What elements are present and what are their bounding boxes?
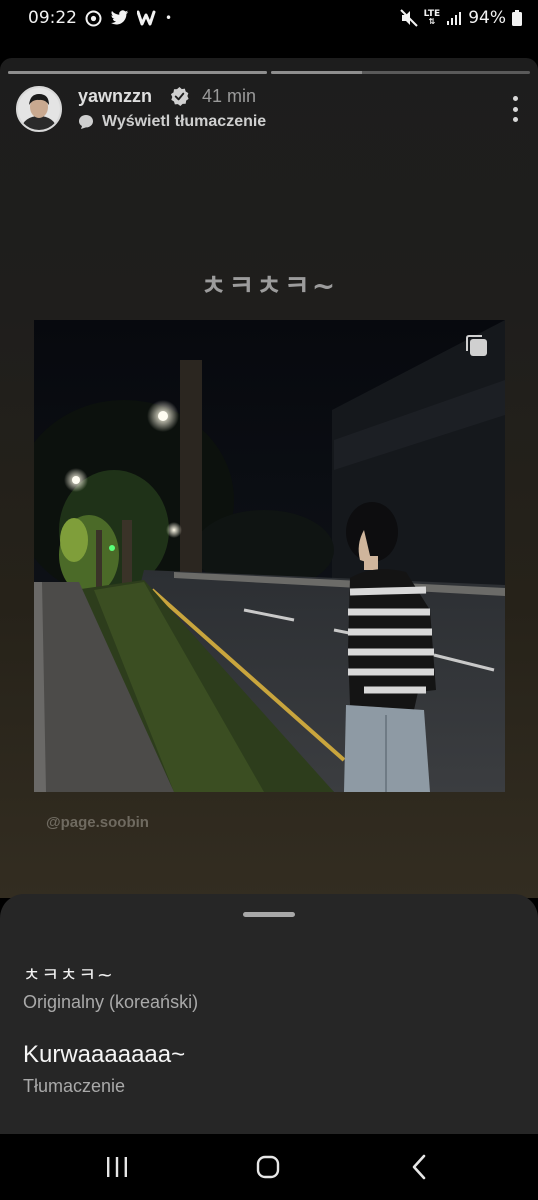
translation-label: Tłumaczenie (23, 1076, 126, 1096)
home-icon[interactable] (248, 1152, 288, 1182)
status-time: 09:22 (28, 8, 77, 28)
notification-dot: • (165, 11, 173, 25)
show-translation-button[interactable]: Wyświetl tłumaczenie (78, 113, 266, 131)
progress-fill (271, 71, 362, 74)
sheet-drag-handle[interactable] (243, 912, 295, 917)
lte-indicator: LTE ⇅ (423, 9, 441, 26)
show-translation-label: Wyświetl tłumaczenie (102, 113, 267, 130)
verified-badge-icon (170, 87, 189, 106)
avatar[interactable] (16, 86, 62, 132)
battery-percent: 94% (468, 8, 506, 28)
back-icon[interactable] (399, 1152, 439, 1182)
original-text: ㅊㅋㅊㅋ~ (23, 964, 114, 986)
recents-icon[interactable] (97, 1152, 137, 1182)
status-bar: 09:22 • LTE ⇅ 94% (0, 0, 538, 36)
progress-segment (8, 71, 267, 74)
progress-fill (8, 71, 267, 74)
username[interactable]: yawnzzn (78, 86, 152, 107)
original-language-label: Originalny (koreański) (23, 992, 199, 1012)
speech-bubble-icon (78, 114, 94, 130)
twitter-icon (110, 10, 129, 26)
more-options-icon[interactable] (510, 96, 520, 122)
multiple-photos-icon (465, 334, 489, 358)
story-progress (8, 71, 530, 74)
translation-sheet: ㅊㅋㅊㅋ~ Originalny (koreański) Kurwaaaaaaa… (0, 894, 538, 1134)
battery-icon (512, 10, 522, 26)
photo-credit: @page.soobin (46, 814, 149, 831)
post-time: 41 min (202, 86, 257, 106)
translated-text: Kurwaaaaaaa~ (23, 1041, 186, 1068)
progress-segment (271, 71, 530, 74)
weverse-icon (137, 10, 157, 26)
signal-icon (446, 11, 462, 25)
story-photo (34, 320, 505, 792)
mute-icon (399, 9, 418, 27)
story-viewer[interactable]: yawnzzn 41 min Wyświetl tłumaczenie ㅊㅋㅊㅋ… (0, 58, 538, 898)
story-header: yawnzzn 41 min Wyświetl tłumaczenie (16, 86, 522, 132)
story-caption: ㅊㅋㅊㅋ~ (200, 269, 338, 302)
threads-icon (85, 10, 102, 27)
system-nav-bar (0, 1134, 538, 1200)
